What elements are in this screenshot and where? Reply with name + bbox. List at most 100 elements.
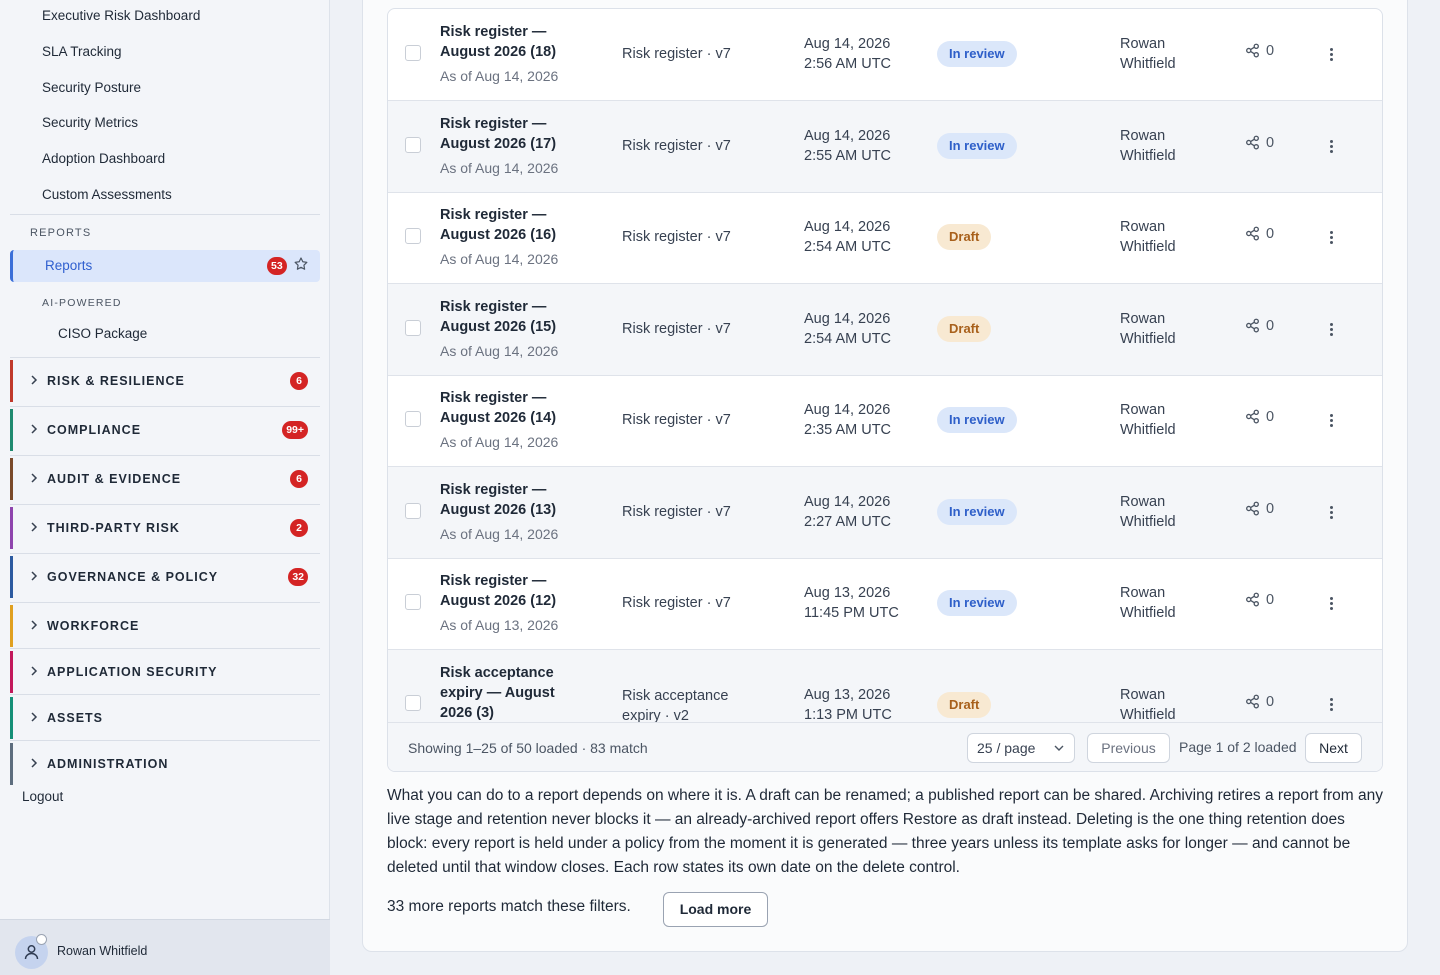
row-checkbox[interactable] [405,694,421,711]
as-of-date: As of Aug 14, 2026 [440,434,559,450]
row-checkbox[interactable] [405,319,421,336]
table-row[interactable]: Risk register — August 2026 (16) As of Au… [388,192,1382,284]
count-badge: 2 [290,519,308,537]
report-actions-description: What you can do to a report depends on w… [387,787,1384,876]
sidebar-link-executive-risk-dashboard[interactable]: Executive Risk Dashboard [42,8,200,23]
owner-name: Rowan Whitfield [1120,219,1176,255]
as-of-date: As of Aug 13, 2026 [440,617,559,633]
template-name: Risk acceptance expiry · v2 [622,687,729,724]
table-row[interactable]: Risk register — August 2026 (18) As of Au… [388,9,1382,101]
page-size-value: 25 / page [977,740,1036,756]
row-checkbox[interactable] [405,136,421,153]
table-row[interactable]: Risk register — August 2026 (15) As of Au… [388,283,1382,376]
sidebar-group-third-party-risk[interactable]: THIRD-PARTY RISK 2 [10,507,320,549]
owner-name: Rowan Whitfield [1120,493,1176,530]
row-checkbox[interactable] [405,228,421,244]
share-count[interactable]: 0 [1245,318,1274,334]
sidebar-group-audit-evidence[interactable]: AUDIT & EVIDENCE 6 [10,458,320,500]
divider [10,455,320,456]
report-title-link[interactable]: Risk register — August 2026 (14) [440,388,590,428]
sidebar-group-application-security[interactable]: APPLICATION SECURITY [10,651,320,693]
generated-date: Aug 13, 2026 [804,686,891,703]
share-count[interactable]: 0 [1245,135,1274,151]
sidebar-group-governance-policy[interactable]: GOVERNANCE & POLICY 32 [10,556,320,598]
chevron-right-icon [31,522,38,532]
more-actions-icon[interactable] [1330,139,1334,155]
generated-time: 2:54 AM UTC [804,330,892,347]
share-count-value: 0 [1266,317,1275,334]
sidebar-link-adoption-dashboard[interactable]: Adoption Dashboard [42,151,165,166]
report-title-link[interactable]: Risk register — August 2026 (16) [440,205,590,245]
generated-date: Aug 14, 2026 [804,127,891,144]
chevron-right-icon [31,424,38,434]
chevron-right-icon [31,758,38,768]
table-row[interactable]: Risk register — August 2026 (17) As of Au… [388,100,1382,193]
more-actions-icon[interactable] [1330,48,1334,63]
sidebar-group-workforce[interactable]: WORKFORCE [10,605,320,647]
sidebar-group-compliance[interactable]: COMPLIANCE 99+ [10,409,320,451]
report-title-link[interactable]: Risk register — August 2026 (12) [440,571,590,611]
count-badge: 6 [290,372,308,390]
more-actions-icon[interactable] [1330,597,1334,612]
template-name: Risk register · v7 [622,46,731,62]
share-count-value: 0 [1266,43,1275,59]
sidebar-link-custom-assessments[interactable]: Custom Assessments [42,187,172,202]
report-title-link[interactable]: Risk register — August 2026 (15) [440,297,590,337]
owner-name: Rowan Whitfield [1120,36,1176,72]
more-actions-icon[interactable] [1330,231,1334,246]
status-badge: Draft [937,691,992,718]
sidebar-link-sla-tracking[interactable]: SLA Tracking [42,44,122,59]
share-count[interactable]: 0 [1245,226,1274,242]
sidebar-group-label: GOVERNANCE & POLICY [47,570,219,584]
sidebar-item-label: Reports [45,258,93,273]
report-title-link[interactable]: Risk register — August 2026 (13) [440,480,590,520]
page-size-select[interactable]: 25 / page [967,733,1075,763]
share-count-value: 0 [1266,226,1275,242]
previous-button[interactable]: Previous [1087,733,1170,763]
row-checkbox[interactable] [405,594,421,610]
load-more-button[interactable]: Load more [663,892,768,927]
more-actions-icon[interactable] [1330,322,1334,338]
generated-date: Aug 13, 2026 [804,585,891,601]
row-checkbox[interactable] [405,45,421,61]
share-count-value: 0 [1266,693,1275,710]
generated-date: Aug 14, 2026 [804,402,891,418]
report-title-link[interactable]: Risk acceptance expiry — August 2026 (3) [440,663,570,723]
next-button[interactable]: Next [1305,733,1362,763]
chevron-right-icon [31,571,38,581]
table-row[interactable]: Risk register — August 2026 (14) As of Au… [388,375,1382,467]
share-count[interactable]: 0 [1245,694,1274,710]
sidebar-link-security-posture[interactable]: Security Posture [42,80,141,95]
row-checkbox[interactable] [405,411,421,427]
sidebar-link-security-metrics[interactable]: Security Metrics [42,115,138,130]
as-of-date: As of Aug 14, 2026 [440,251,559,267]
user-bar[interactable]: Rowan Whitfield [0,919,330,975]
sidebar-group-assets[interactable]: ASSETS [10,697,320,739]
status-badge: In review [937,407,1017,433]
sidebar-item-ciso-package[interactable]: CISO Package [58,326,147,341]
share-count[interactable]: 0 [1245,409,1274,425]
sidebar-group-administration[interactable]: ADMINISTRATION [10,743,320,785]
generated-date: Aug 14, 2026 [804,219,891,235]
share-count[interactable]: 0 [1245,43,1274,59]
star-icon[interactable] [293,256,311,274]
logout-link[interactable]: Logout [22,789,63,804]
table-footer: Showing 1–25 of 50 loaded · 83 match 25 … [388,722,1382,771]
report-title-link[interactable]: Risk register — August 2026 (18) [440,22,590,62]
share-count[interactable]: 0 [1245,592,1274,608]
as-of-date: As of Aug 14, 2026 [440,342,559,359]
table-row[interactable]: Risk register — August 2026 (12) As of Au… [388,558,1382,650]
count-badge: 32 [288,568,308,586]
report-title-link[interactable]: Risk register — August 2026 (17) [440,114,590,154]
sidebar-item-reports[interactable]: Reports 53 [10,250,320,282]
page-indicator: Page 1 of 2 loaded [1179,739,1297,755]
more-actions-icon[interactable] [1330,697,1334,713]
chevron-right-icon [31,375,38,385]
more-actions-icon[interactable] [1330,414,1334,429]
table-row[interactable]: Risk register — August 2026 (13) As of Au… [388,466,1382,559]
row-checkbox[interactable] [405,502,421,519]
as-of-date: As of Aug 14, 2026 [440,525,559,542]
sidebar-group-risk-resilience[interactable]: RISK & RESILIENCE 6 [10,360,320,402]
more-actions-icon[interactable] [1330,505,1334,521]
share-count[interactable]: 0 [1245,501,1274,517]
